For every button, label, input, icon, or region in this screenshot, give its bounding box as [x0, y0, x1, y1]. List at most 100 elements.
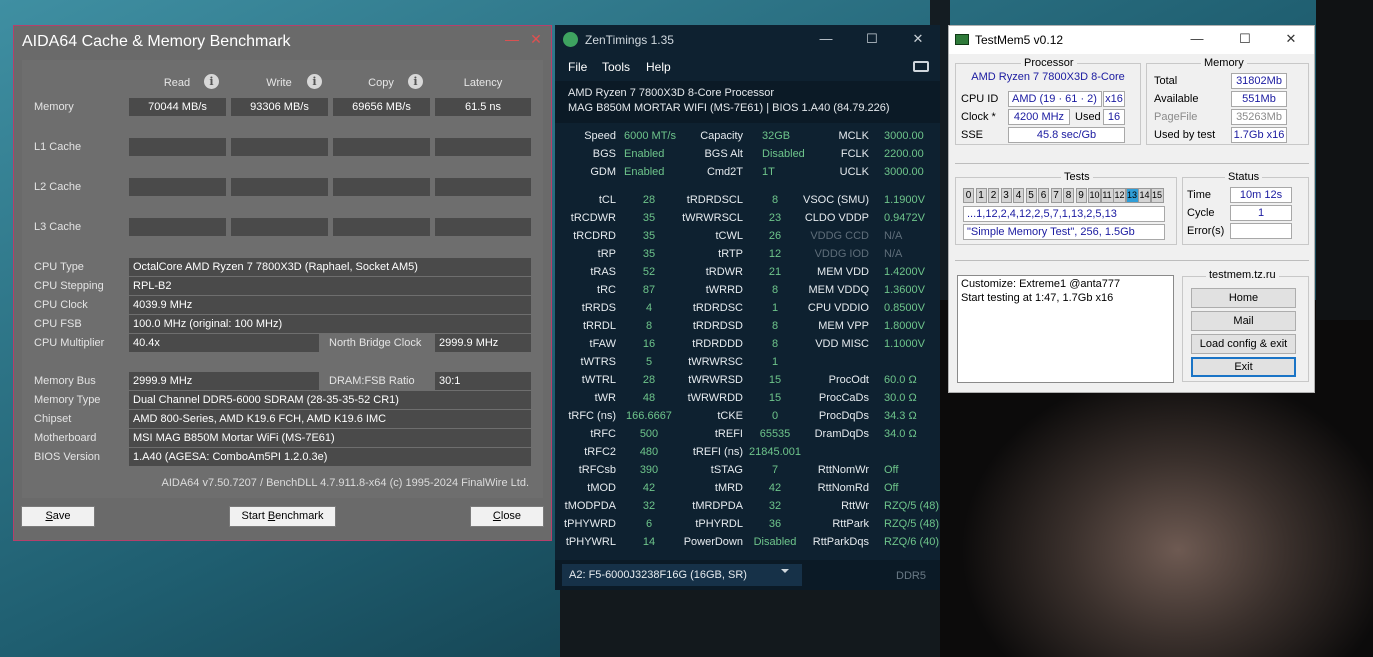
- home-button[interactable]: Home: [1191, 288, 1296, 308]
- pagefile-value: 35263Mb: [1231, 109, 1287, 125]
- aida-minimize-button[interactable]: —: [500, 29, 524, 49]
- zen-voltage-value: 34.0 Ω: [884, 428, 917, 440]
- tm-titlebar[interactable]: TestMem5 v0.12 — ☐ ✕: [949, 26, 1314, 54]
- separator: [955, 260, 1309, 261]
- exit-button[interactable]: Exit: [1191, 357, 1296, 377]
- usedby-label: Used by test: [1154, 129, 1216, 141]
- zen-voltage-label: ProcCaDs: [818, 392, 869, 404]
- test-cell: 7: [1050, 188, 1062, 203]
- aida-save-button[interactable]: Save: [21, 506, 95, 527]
- zen-voltage-value: N/A: [884, 248, 903, 260]
- dram-fsb-label: DRAM:FSB Ratio: [329, 375, 415, 387]
- motherboard-label: Motherboard: [34, 432, 97, 444]
- nb-clock-value: 2999.9 MHz: [435, 334, 531, 352]
- copy-info-icon[interactable]: i: [408, 74, 423, 89]
- zen-voltage-label: MEM VPP: [818, 320, 869, 332]
- zen-timing-value: 35: [642, 212, 656, 224]
- zen-timing-label: tCKE: [717, 410, 743, 422]
- zen-timing-value: 14: [642, 536, 656, 548]
- zen-timing-label: tRDRDSCL: [686, 194, 743, 206]
- zen-param-value: Enabled: [624, 166, 665, 178]
- tm-maximize-icon[interactable]: ☐: [1233, 31, 1257, 47]
- test-config: "Simple Memory Test", 256, 1.5Gb: [963, 224, 1165, 240]
- zen-maximize-icon[interactable]: ☐: [860, 31, 884, 47]
- errors-value: [1230, 223, 1292, 239]
- zen-voltage-label: CPU VDDIO: [807, 302, 869, 314]
- zen-timing-value: 5: [645, 356, 653, 368]
- zen-timing-value: 8: [645, 320, 653, 332]
- aida-footer-version: AIDA64 v7.50.7207 / BenchDLL 4.7.911.8-x…: [161, 477, 530, 489]
- load-config-exit-button[interactable]: Load config & exit: [1191, 334, 1296, 354]
- screenshot-camera-icon[interactable]: [913, 61, 929, 72]
- menu-help[interactable]: Help: [646, 60, 671, 74]
- write-info-icon[interactable]: i: [307, 74, 322, 89]
- zen-param-label: MCLK: [838, 130, 869, 142]
- zen-titlebar[interactable]: ZenTimings 1.35 — ☐ ✕: [555, 25, 940, 55]
- read-info-icon[interactable]: i: [204, 74, 219, 89]
- aida-start-benchmark-button[interactable]: Start Benchmark: [229, 506, 336, 527]
- chevron-down-icon[interactable]: [781, 569, 789, 573]
- zen-timing-label: tRRDL: [582, 320, 616, 332]
- zen-voltage-value: 30.0 Ω: [884, 392, 917, 404]
- zen-close-icon[interactable]: ✕: [906, 31, 930, 47]
- memory-latency-value: 61.5 ns: [435, 98, 531, 116]
- test-cell: 15: [1150, 188, 1164, 203]
- zen-timing-label: tMRDPDA: [692, 500, 743, 512]
- aida-close-x-button[interactable]: ✕: [524, 29, 548, 49]
- dimm-selector[interactable]: A2: F5-6000J3238F16G (16GB, SR): [562, 564, 802, 586]
- test-cell: 0: [963, 188, 974, 203]
- menu-tools[interactable]: Tools: [602, 60, 630, 74]
- test-cell: 12: [1113, 188, 1126, 203]
- zen-timing-label: tWRWRDD: [687, 392, 743, 404]
- zen-param-value: 6000 MT/s: [624, 130, 676, 142]
- zen-timing-value: 4: [645, 302, 653, 314]
- used-value: 16: [1103, 109, 1125, 125]
- memory-group-title: Memory: [1201, 57, 1247, 69]
- cpu-clock-value: 4039.9 MHz: [129, 296, 531, 314]
- mail-button[interactable]: Mail: [1191, 311, 1296, 331]
- memory-bus-value: 2999.9 MHz: [129, 372, 319, 390]
- row-l3-label: L3 Cache: [34, 221, 82, 233]
- zen-timing-label: tWRRD: [705, 284, 743, 296]
- tm-close-icon[interactable]: ✕: [1279, 31, 1303, 47]
- zen-timing-value: 35: [642, 248, 656, 260]
- aida-results-panel: Read i Write i Copy i Latency Memory 700…: [22, 60, 543, 498]
- zen-timing-label: tREFI (ns): [692, 446, 743, 458]
- aida-titlebar[interactable]: AIDA64 Cache & Memory Benchmark — ✕: [14, 26, 551, 58]
- zentimings-logo-icon: [563, 32, 578, 47]
- zen-param-label: FCLK: [840, 148, 869, 160]
- zen-voltage-value: N/A: [884, 230, 903, 242]
- memory-type-label: Memory Type: [34, 394, 101, 406]
- row-l2-label: L2 Cache: [34, 181, 82, 193]
- nb-clock-label: North Bridge Clock: [329, 337, 422, 349]
- zen-timing-label: tMOD: [587, 482, 616, 494]
- zen-param-value: 2200.00: [884, 148, 924, 160]
- clock-value: 4200 MHz: [1008, 109, 1070, 125]
- zen-voltage-label: RttPark: [832, 518, 869, 530]
- zen-timing-label: tRDRDSD: [692, 320, 743, 332]
- menu-file[interactable]: File: [568, 60, 587, 74]
- zen-minimize-icon[interactable]: —: [814, 31, 838, 46]
- tm-minimize-icon[interactable]: —: [1185, 31, 1209, 46]
- zen-voltage-label: ProcOdt: [828, 374, 869, 386]
- test-cell: 6: [1038, 188, 1049, 203]
- dram-fsb-value: 30:1: [435, 372, 531, 390]
- l2-read-value: [129, 178, 226, 196]
- zen-timing-value: 500: [639, 428, 659, 440]
- zen-voltage-value: 60.0 Ω: [884, 374, 917, 386]
- zen-voltage-label: RttParkDqs: [812, 536, 869, 548]
- aida-close-button[interactable]: Close: [470, 506, 544, 527]
- zen-processor-info: AMD Ryzen 7 7800X3D 8-Core Processor MAG…: [555, 81, 940, 123]
- status-group-title: Status: [1225, 171, 1263, 183]
- zen-timing-value: 6: [645, 518, 653, 530]
- cpuid-label: CPU ID: [961, 93, 999, 105]
- zen-timing-label: tRCDWR: [570, 212, 616, 224]
- test-log[interactable]: Customize: Extreme1 @anta777 Start testi…: [957, 275, 1174, 383]
- cpu-multiplier-value: 40.4x: [129, 334, 319, 352]
- zen-timing-value: 480: [639, 446, 659, 458]
- site-title: testmem.tz.ru: [1206, 269, 1279, 281]
- l3-latency-value: [435, 218, 531, 236]
- ddr-type-label: DDR5: [896, 570, 926, 582]
- test-cell: 4: [1013, 188, 1024, 203]
- zen-timing-label: tRFC (ns): [568, 410, 616, 422]
